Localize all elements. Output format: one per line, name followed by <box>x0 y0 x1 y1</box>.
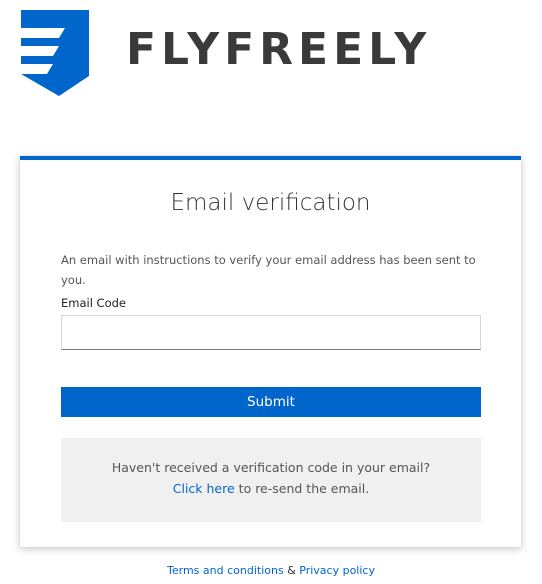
resend-suffix: to re-send the email. <box>238 481 370 496</box>
terms-link[interactable]: Terms and conditions <box>167 564 284 577</box>
brand-name: FLYFREELY <box>126 24 432 75</box>
resend-message: Haven't received a verification code in … <box>111 460 431 475</box>
footer: Terms and conditions & Privacy policy <box>0 564 542 577</box>
email-code-input[interactable] <box>61 315 481 350</box>
resend-panel: Haven't received a verification code in … <box>61 438 481 522</box>
footer-separator: & <box>287 564 296 577</box>
resend-line: Click here to re-send the email. <box>61 481 481 496</box>
page-title: Email verification <box>170 190 371 216</box>
intro-text: An email with instructions to verify you… <box>61 253 476 287</box>
flyfreely-logo-icon <box>19 10 89 96</box>
privacy-link[interactable]: Privacy policy <box>299 564 375 577</box>
email-code-label: Email Code <box>61 296 127 310</box>
verification-card: Email verification An email with instruc… <box>20 156 521 547</box>
resend-link[interactable]: Click here <box>173 481 235 496</box>
submit-button[interactable]: Submit <box>61 387 481 417</box>
